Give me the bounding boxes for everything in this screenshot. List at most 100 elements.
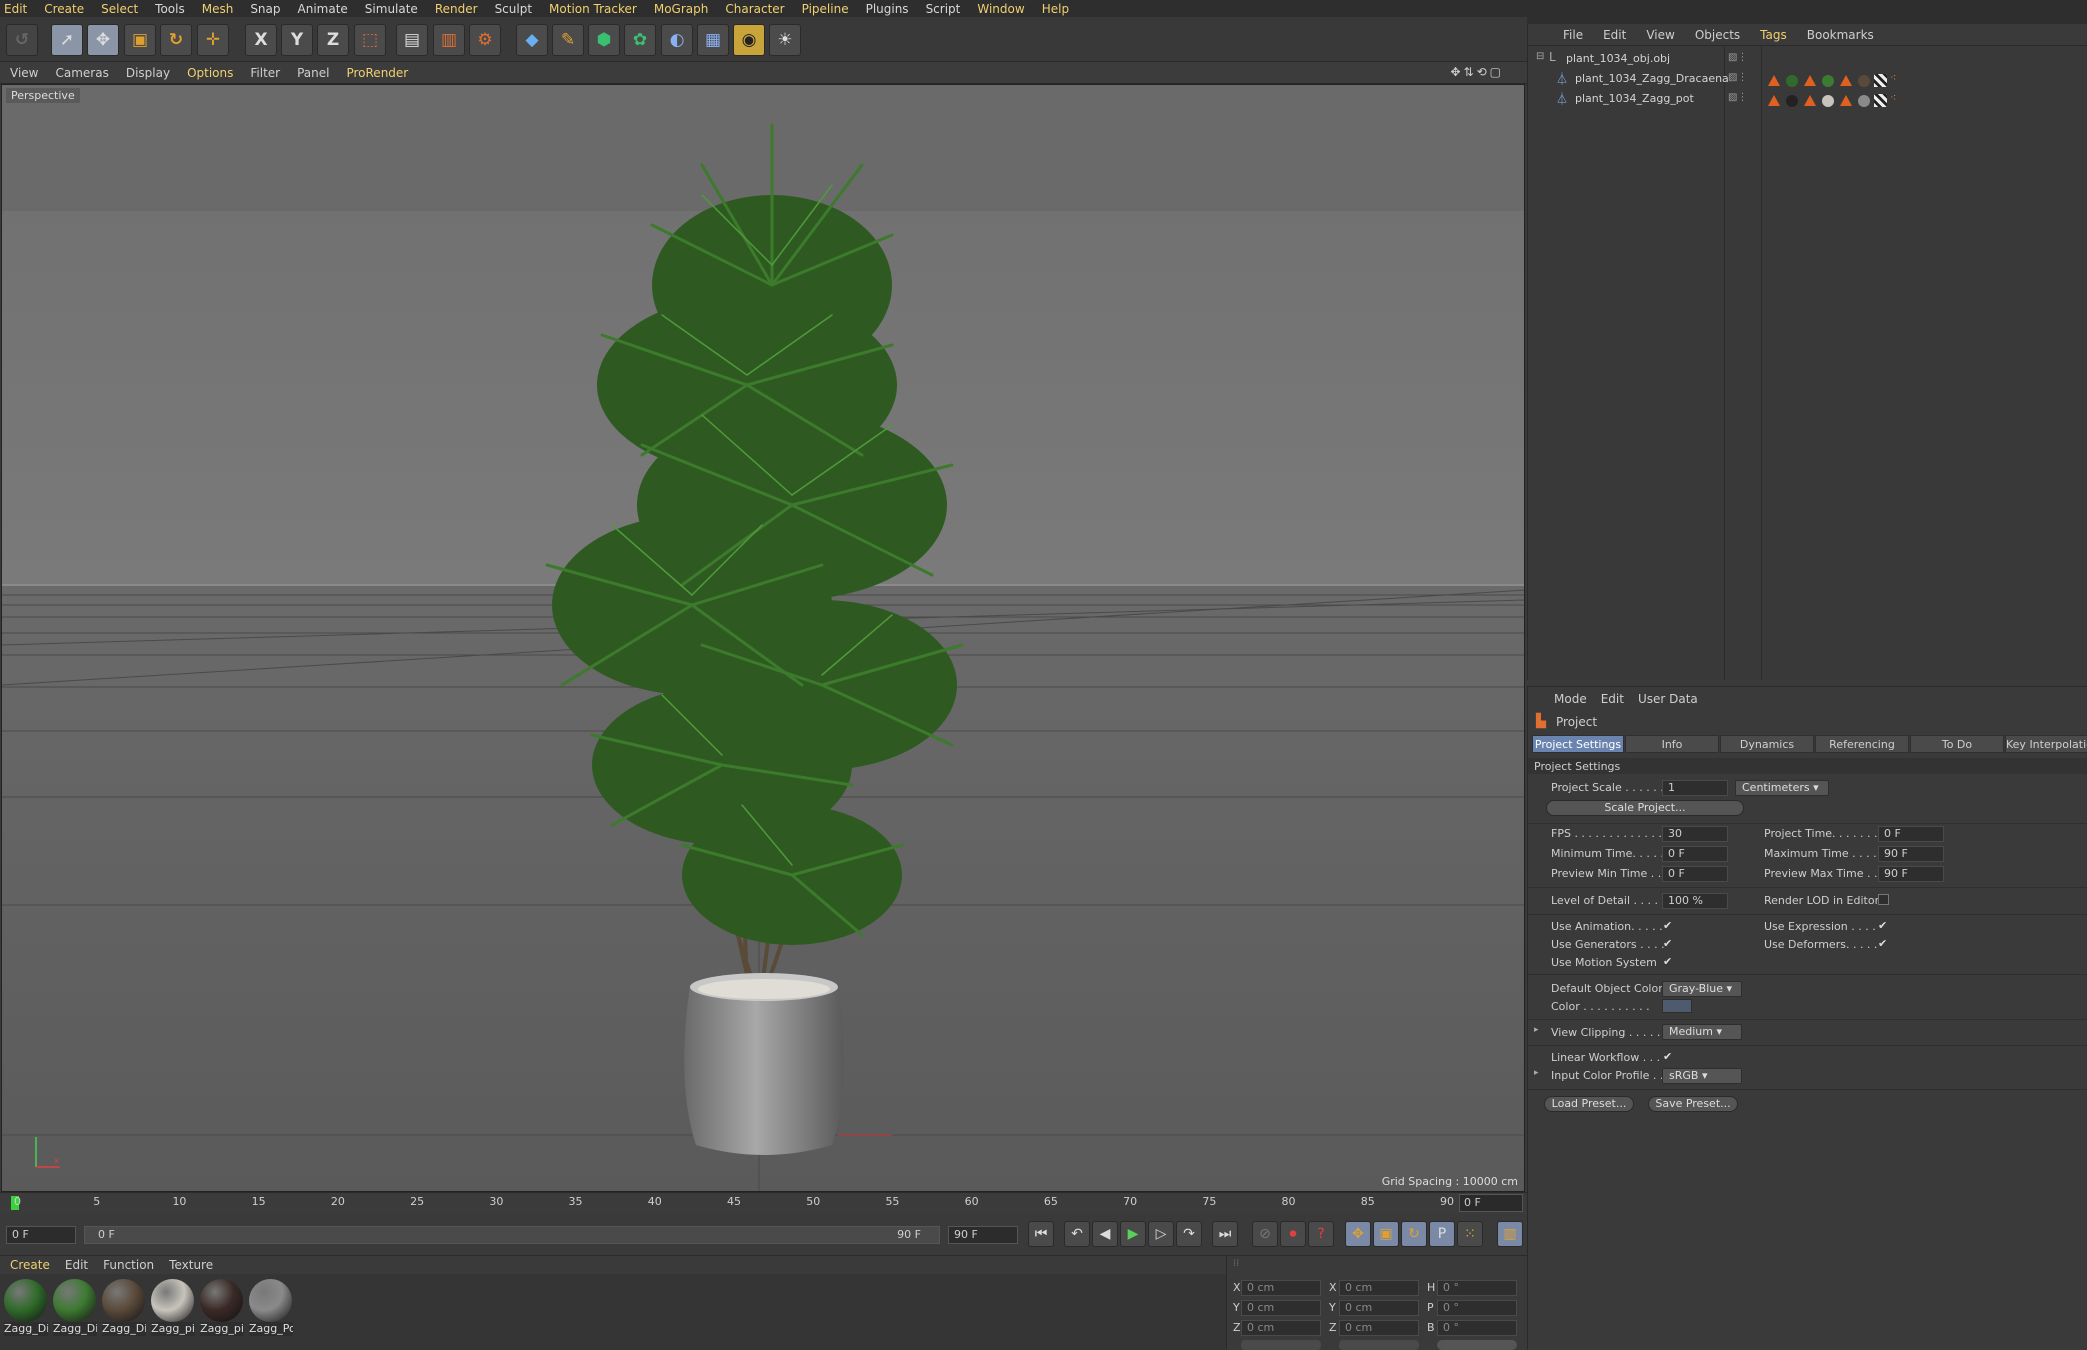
material-swatch[interactable]: Zagg_Di [4,1279,49,1339]
coord-value-field[interactable]: 0 cm [1339,1300,1419,1316]
fps-field[interactable]: 30 [1662,826,1728,842]
axis-y-button[interactable]: Y [281,24,313,56]
viewport-menu-prorender[interactable]: ProRender [346,66,408,80]
scale-project-button[interactable]: Scale Project... [1546,800,1744,816]
object-row-root[interactable]: ⊟ L plant_1034_obj.obj ▨⋮ [1528,50,2087,70]
pen-spline-icon[interactable]: ✎ [552,24,584,56]
input-color-profile-dropdown[interactable]: sRGB ▾ [1662,1068,1742,1084]
range-slider[interactable]: 0 F 90 F [84,1226,940,1244]
light-icon[interactable]: ☀ [769,24,801,56]
tab-info[interactable]: Info [1625,735,1719,753]
attribute-menu-mode[interactable]: Mode [1554,692,1587,706]
material-swatch[interactable]: Zagg_Di [102,1279,147,1339]
key-pla-icon[interactable]: ⁙ [1457,1221,1483,1247]
menu-mesh[interactable]: Mesh [202,2,234,16]
current-frame-field[interactable]: 0 F [1459,1194,1523,1212]
menu-plugins[interactable]: Plugins [866,2,909,16]
phong-tag-icon[interactable] [1768,75,1780,86]
color-swatch[interactable] [1662,999,1692,1013]
camera-icon[interactable]: ◉ [733,24,765,56]
object-menu-tags[interactable]: Tags [1760,28,1787,42]
menu-render[interactable]: Render [435,2,478,16]
material-menu-create[interactable]: Create [10,1258,50,1272]
prev-key-icon[interactable]: ↶ [1064,1221,1090,1247]
viewport-menu-filter[interactable]: Filter [250,66,280,80]
material-swatch[interactable]: Zagg_pi [151,1279,196,1339]
tab-dynamics[interactable]: Dynamics [1720,735,1814,753]
viewport-menu-cameras[interactable]: Cameras [55,66,108,80]
use-generators-checkbox[interactable]: ✔ [1663,938,1674,949]
coord-apply-button[interactable] [1437,1340,1517,1350]
material-tag-icon[interactable] [1786,75,1798,87]
maximum-time-field[interactable]: 90 F [1878,846,1944,862]
key-rotation-icon[interactable]: ↻ [1401,1221,1427,1247]
selection-tag-icon[interactable]: ⁖ [1890,71,1896,84]
preview-max-field[interactable]: 90 F [1878,866,1944,882]
tab-project-settings[interactable]: Project Settings [1532,735,1624,753]
use-deformers-checkbox[interactable]: ✔ [1878,938,1889,949]
material-swatch[interactable]: Zagg_Di [53,1279,98,1339]
menu-snap[interactable]: Snap [250,2,280,16]
collapse-icon[interactable]: ⊟ [1536,51,1544,62]
goto-end-icon[interactable]: ⏭ [1212,1221,1238,1247]
linear-workflow-checkbox[interactable]: ✔ [1663,1051,1674,1062]
tab-to-do[interactable]: To Do [1910,735,2004,753]
phong-tag-icon[interactable] [1804,75,1816,86]
save-preset-button[interactable]: Save Preset... [1648,1096,1738,1112]
minimum-time-field[interactable]: 0 F [1662,846,1728,862]
render-settings-icon[interactable]: ⚙ [469,24,501,56]
coord-size-dropdown[interactable] [1339,1340,1419,1350]
goto-start-icon[interactable]: ⏮ [1028,1221,1054,1247]
start-frame-field[interactable]: 0 F [6,1226,76,1244]
timeline-ruler[interactable]: 0 5 10 15 20 25 30 35 40 45 50 55 60 65 70 75 80 85 90 0 F [0,1192,1527,1214]
subdivision-icon[interactable]: ⬢ [588,24,620,56]
material-tag-icon[interactable] [1822,75,1834,87]
coord-value-field[interactable]: 0 cm [1339,1320,1419,1336]
render-lod-checkbox[interactable] [1878,894,1889,905]
menu-tools[interactable]: Tools [155,2,185,16]
use-animation-checkbox[interactable]: ✔ [1663,920,1674,931]
material-tag-icon[interactable] [1786,95,1798,107]
menu-pipeline[interactable]: Pipeline [802,2,849,16]
material-tag-icon[interactable] [1858,75,1870,87]
menu-mograph[interactable]: MoGraph [654,2,709,16]
move-tool-icon[interactable]: ✥ [87,24,119,56]
select-tool-icon[interactable]: ➚ [51,24,83,56]
viewport-menu-panel[interactable]: Panel [297,66,329,80]
attribute-menu-user-data[interactable]: User Data [1638,692,1698,706]
cube-icon[interactable]: ◆ [516,24,548,56]
uvw-tag-icon[interactable] [1874,74,1887,87]
play-icon[interactable]: ▶ [1120,1221,1146,1247]
object-menu-file[interactable]: File [1563,28,1583,42]
object-menu-bookmarks[interactable]: Bookmarks [1807,28,1874,42]
phong-tag-icon[interactable] [1804,95,1816,106]
level-of-detail-field[interactable]: 100 % [1662,893,1728,909]
material-tag-icon[interactable] [1822,95,1834,107]
key-position-icon[interactable]: ✥ [1345,1221,1371,1247]
rotate-tool-icon[interactable]: ↻ [160,24,192,56]
undo-icon[interactable]: ↺ [6,24,38,56]
scale-unit-dropdown[interactable]: Centimeters ▾ [1735,780,1829,796]
end-frame-field[interactable]: 90 F [948,1226,1018,1244]
record-icon[interactable]: ⏺ [1280,1221,1306,1247]
tab-referencing[interactable]: Referencing [1815,735,1909,753]
expand-arrow-icon[interactable]: ▸ [1534,1025,1539,1035]
visibility-icon[interactable]: ▨⋮ [1728,52,1747,63]
menu-select[interactable]: Select [101,2,138,16]
preview-min-field[interactable]: 0 F [1662,866,1728,882]
project-scale-field[interactable]: 1 [1662,780,1728,796]
coordinate-system-icon[interactable]: ⬚ [354,24,386,56]
material-menu-edit[interactable]: Edit [65,1258,88,1272]
attribute-menu-edit[interactable]: Edit [1601,692,1624,706]
coord-mode-dropdown[interactable] [1241,1340,1321,1350]
default-object-color-dropdown[interactable]: Gray-Blue ▾ [1662,981,1742,997]
phong-tag-icon[interactable] [1840,95,1852,106]
object-menu-view[interactable]: View [1646,28,1674,42]
coord-value-field[interactable]: 0 ° [1437,1280,1517,1296]
project-time-field[interactable]: 0 F [1878,826,1944,842]
use-motion-system-checkbox[interactable]: ✔ [1663,956,1674,967]
viewport-menu-display[interactable]: Display [126,66,170,80]
add-tool-icon[interactable]: ✛ [197,24,229,56]
menu-window[interactable]: Window [977,2,1024,16]
prev-frame-icon[interactable]: ◀ [1092,1221,1118,1247]
